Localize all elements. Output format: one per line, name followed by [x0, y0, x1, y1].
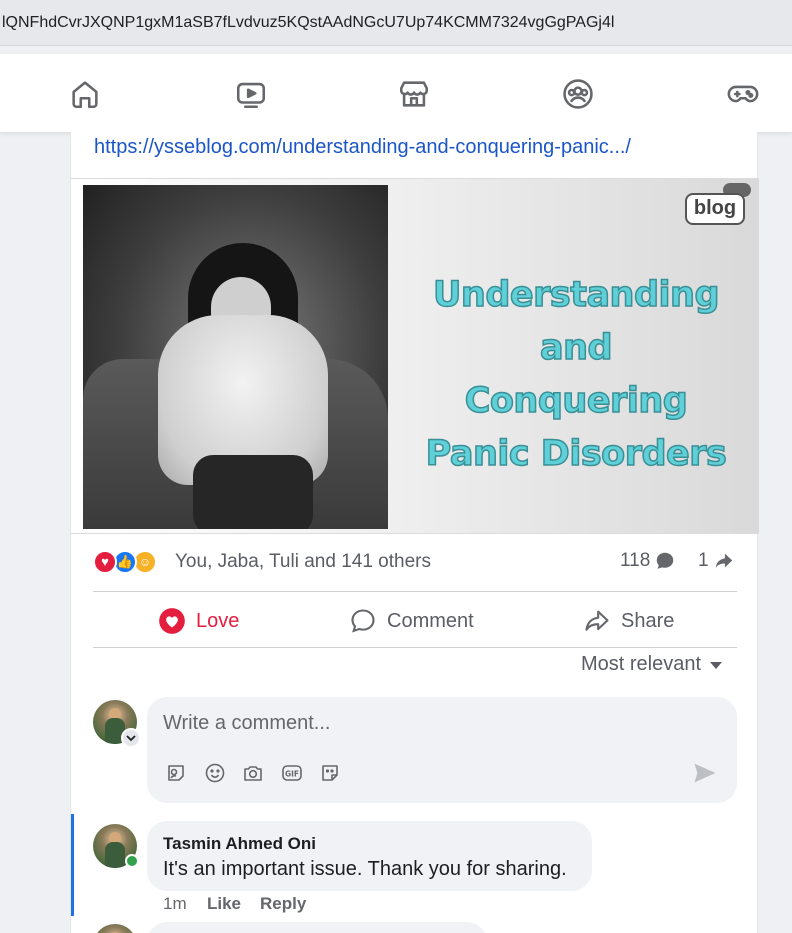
share-count-number: 1 [698, 550, 709, 571]
avatar-sticker-icon[interactable] [163, 760, 189, 786]
caret-down-icon [710, 661, 723, 669]
woman-photo [83, 185, 388, 529]
love-icon [159, 608, 185, 634]
reactions-summary: ♥ 👍 ☺ You, Jaba, Tuli and 141 others 118… [93, 548, 737, 578]
share-button[interactable]: Share [583, 604, 674, 638]
divider [93, 591, 737, 592]
gaming-icon[interactable] [725, 76, 761, 112]
marketplace-icon[interactable] [396, 76, 432, 112]
divider [93, 647, 737, 648]
sticker-icon[interactable] [317, 760, 343, 786]
love-reaction-icon: ♥ [93, 550, 117, 574]
banner-headline: Understanding and Conquering Panic Disor… [411, 269, 741, 481]
comment-reply-button[interactable]: Reply [260, 894, 306, 914]
send-icon[interactable] [691, 759, 719, 787]
comment-count-number: 118 [620, 550, 651, 571]
svg-text:GIF: GIF [285, 770, 299, 779]
comment-icon [351, 609, 375, 633]
headline-line: and [539, 327, 613, 369]
sort-label: Most relevant [581, 653, 702, 675]
headline-line: Panic Disorders [425, 433, 728, 475]
share-label: Share [621, 609, 675, 632]
groups-icon[interactable] [560, 76, 596, 112]
comment-input[interactable] [163, 709, 703, 737]
comment-button[interactable]: Comment [349, 604, 474, 638]
comment-label: Comment [387, 609, 474, 632]
headline-line: Conquering [464, 380, 689, 422]
comment-text: It's an important issue. Thank you for s… [163, 858, 567, 880]
home-icon[interactable] [67, 76, 103, 112]
comment-timestamp[interactable]: 1m [163, 894, 187, 914]
comment-author-avatar[interactable] [93, 924, 137, 933]
share-arrow-icon [715, 553, 732, 568]
post-link[interactable]: https://ysseblog.com/understanding-and-c… [94, 136, 631, 159]
comment-bubble [147, 922, 487, 933]
comment-like-button[interactable]: Like [207, 894, 241, 914]
online-status-dot [125, 854, 139, 868]
video-icon[interactable] [233, 76, 269, 112]
blog-logo: blog [685, 193, 745, 225]
comment-bubble-icon [657, 552, 674, 569]
post-link-preview-image[interactable]: blog Understanding and Conquering Panic … [71, 178, 759, 534]
reaction-icons[interactable]: ♥ 👍 ☺ [93, 550, 173, 576]
love-button[interactable]: Love [158, 604, 239, 638]
post-card: https://ysseblog.com/understanding-and-c… [70, 132, 759, 933]
address-bar[interactable]: lQNFhdCvrJXQNP1gxM1aSB7fLvdvuz5KQstAAdNG… [0, 0, 792, 46]
new-comment-highlight-bar [71, 814, 74, 916]
emoji-icon[interactable] [202, 760, 228, 786]
share-count[interactable]: 1 [698, 550, 735, 572]
comment-bubble: Tasmin Ahmed Oni It's an important issue… [147, 821, 592, 891]
profile-switch-caret[interactable] [121, 728, 141, 748]
reactors-text[interactable]: You, Jaba, Tuli and 141 others [175, 551, 431, 573]
love-label: Love [196, 609, 240, 632]
comment-sort-dropdown[interactable]: Most relevant [581, 653, 723, 676]
headline-line: Understanding [432, 274, 720, 316]
comment-composer: GIF [147, 697, 737, 803]
chevron-down-icon [126, 735, 136, 742]
gif-icon[interactable]: GIF [279, 760, 305, 786]
comment-author-name[interactable]: Tasmin Ahmed Oni [163, 834, 316, 854]
camera-icon[interactable] [240, 760, 266, 786]
top-navigation [0, 54, 792, 132]
comment-count[interactable]: 118 [620, 550, 676, 572]
address-bar-text: lQNFhdCvrJXQNP1gxM1aSB7fLvdvuz5KQstAAdNG… [2, 14, 615, 31]
share-icon [585, 610, 609, 631]
